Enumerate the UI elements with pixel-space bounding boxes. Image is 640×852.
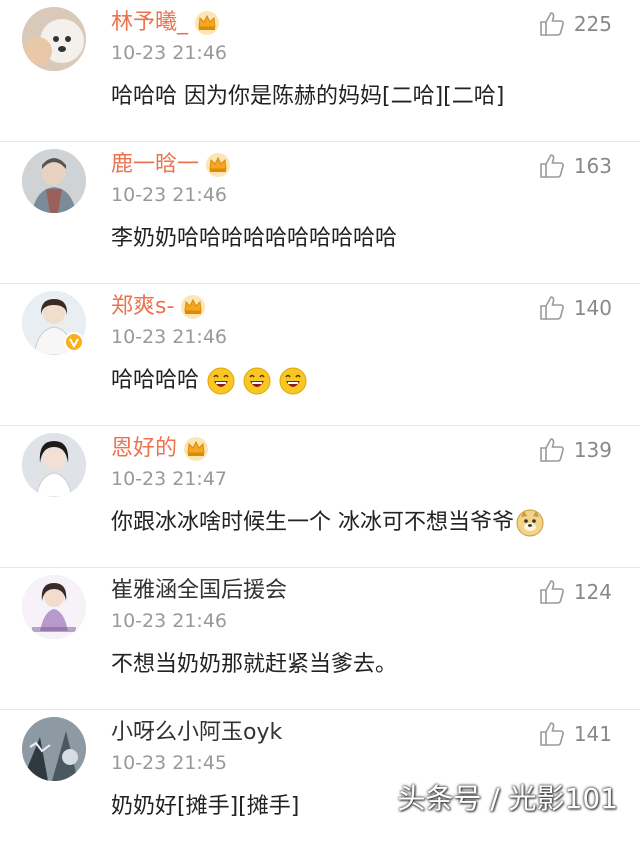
vip-crown-icon xyxy=(180,294,206,320)
username[interactable]: 恩好的 xyxy=(111,434,177,464)
comment-body: 李奶奶哈哈哈哈哈哈哈哈哈哈 xyxy=(111,226,398,251)
username[interactable]: 鹿一晗一 xyxy=(111,150,199,180)
like-button[interactable]: 141 xyxy=(538,720,612,748)
like-button[interactable]: 140 xyxy=(538,294,612,322)
timestamp: 10-23 21:46 xyxy=(111,326,228,348)
avatar[interactable] xyxy=(22,7,86,71)
like-button[interactable]: 225 xyxy=(538,10,612,38)
timestamp: 10-23 21:45 xyxy=(111,752,228,774)
name-row: 崔雅涵全国后援会 xyxy=(111,576,287,606)
verified-v-icon xyxy=(64,332,84,352)
comment-list: 林予曦_ 10-23 21:46 哈哈哈 因为你是陈赫的妈妈[二哈][二哈] 2… xyxy=(0,0,640,852)
comment-text: 你跟冰冰啥时候生一个 冰冰可不想当爷爷 xyxy=(111,506,544,540)
name-row: 恩好的 xyxy=(111,434,209,464)
avatar[interactable] xyxy=(22,149,86,213)
comment-item: 恩好的 10-23 21:47 你跟冰冰啥时候生一个 冰冰可不想当爷爷 139 xyxy=(0,426,640,568)
username[interactable]: 崔雅涵全国后援会 xyxy=(111,576,287,606)
comment-text: 奶奶好[摊手][摊手] xyxy=(111,790,299,824)
comment-item: 林予曦_ 10-23 21:46 哈哈哈 因为你是陈赫的妈妈[二哈][二哈] 2… xyxy=(0,0,640,142)
comment-item: 鹿一晗一 10-23 21:46 李奶奶哈哈哈哈哈哈哈哈哈哈 163 xyxy=(0,142,640,284)
like-button[interactable]: 124 xyxy=(538,578,612,606)
name-row: 林予曦_ xyxy=(111,8,220,38)
laughing-face-emoji xyxy=(243,367,271,395)
timestamp: 10-23 21:46 xyxy=(111,184,228,206)
username[interactable]: 林予曦_ xyxy=(111,8,188,38)
like-count: 124 xyxy=(573,580,612,604)
comment-body: 你跟冰冰啥时候生一个 冰冰可不想当爷爷 xyxy=(111,510,514,535)
thumbs-up-icon xyxy=(538,578,566,606)
timestamp: 10-23 21:46 xyxy=(111,610,228,632)
thumbs-up-icon xyxy=(538,436,566,464)
name-row: 鹿一晗一 xyxy=(111,150,231,180)
comment-item: 崔雅涵全国后援会 10-23 21:46 不想当奶奶那就赶紧当爹去。 124 xyxy=(0,568,640,710)
like-count: 140 xyxy=(573,296,612,320)
vip-crown-icon xyxy=(183,436,209,462)
thumbs-up-icon xyxy=(538,10,566,38)
comment-text: 不想当奶奶那就赶紧当爹去。 xyxy=(111,648,397,682)
avatar[interactable] xyxy=(22,575,86,639)
thumbs-up-icon xyxy=(538,294,566,322)
comment-text: 哈哈哈哈 xyxy=(111,364,307,398)
comment-text: 李奶奶哈哈哈哈哈哈哈哈哈哈 xyxy=(111,222,397,256)
comment-body: 哈哈哈 因为你是陈赫的妈妈[二哈][二哈] xyxy=(111,84,505,109)
avatar[interactable] xyxy=(22,433,86,497)
username[interactable]: 小呀么小阿玉oyk xyxy=(111,718,282,748)
laughing-face-emoji xyxy=(207,367,235,395)
like-button[interactable]: 139 xyxy=(538,436,612,464)
vip-crown-icon xyxy=(194,10,220,36)
laughing-face-emoji xyxy=(279,367,307,395)
like-count: 139 xyxy=(573,438,612,462)
thumbs-up-icon xyxy=(538,152,566,180)
watermark: 头条号 / 光影101 xyxy=(397,782,618,815)
comment-body: 不想当奶奶那就赶紧当爹去。 xyxy=(111,652,398,677)
timestamp: 10-23 21:47 xyxy=(111,468,228,490)
comment-body: 奶奶好[摊手][摊手] xyxy=(111,794,300,819)
name-row: 小呀么小阿玉oyk xyxy=(111,718,282,748)
username[interactable]: 郑爽s- xyxy=(111,292,174,322)
avatar[interactable] xyxy=(22,717,86,781)
like-count: 141 xyxy=(573,722,612,746)
like-button[interactable]: 163 xyxy=(538,152,612,180)
comment-body: 哈哈哈哈 xyxy=(111,368,200,393)
timestamp: 10-23 21:46 xyxy=(111,42,228,64)
like-count: 163 xyxy=(573,154,612,178)
comment-text: 哈哈哈 因为你是陈赫的妈妈[二哈][二哈] xyxy=(111,80,504,114)
comment-item: 郑爽s- 10-23 21:46 哈哈哈哈 140 xyxy=(0,284,640,426)
thumbs-up-icon xyxy=(538,720,566,748)
doge-emoji xyxy=(516,509,544,537)
like-count: 225 xyxy=(573,12,612,36)
name-row: 郑爽s- xyxy=(111,292,206,322)
vip-crown-icon xyxy=(205,152,231,178)
